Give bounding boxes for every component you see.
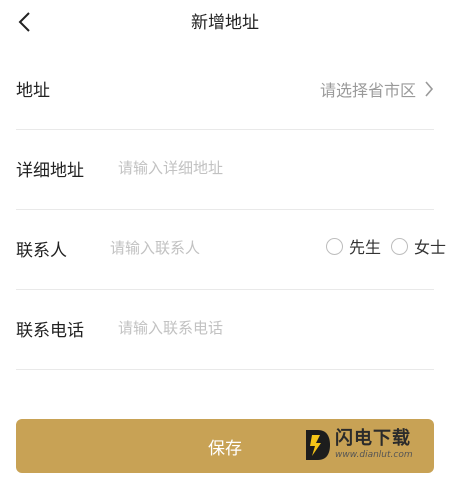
contact-input[interactable]	[110, 235, 290, 261]
detail-address-input[interactable]	[118, 155, 418, 181]
save-button[interactable]: 保存	[16, 419, 434, 473]
radio-unchecked-icon	[325, 237, 343, 255]
gender-radio-mr[interactable]: 先生	[325, 234, 381, 258]
page-title: 新增地址	[191, 13, 259, 33]
contact-row: 联系人 先生 女士	[16, 210, 446, 290]
detail-address-label: 详细地址	[16, 161, 84, 181]
region-placeholder: 请选择省市区	[319, 81, 416, 100]
detail-address-row: 详细地址	[16, 130, 434, 210]
gender-selector: 先生 女士	[316, 234, 446, 258]
gender-label-mr: 先生	[348, 238, 381, 257]
chevron-right-icon	[425, 81, 434, 97]
gender-label-ms: 女士	[413, 238, 446, 257]
address-label: 地址	[16, 81, 50, 101]
region-picker[interactable]: 请选择省市区	[320, 72, 434, 106]
phone-label: 联系电话	[16, 321, 84, 341]
gender-radio-ms[interactable]: 女士	[390, 234, 446, 258]
header: 新增地址	[0, 0, 450, 44]
contact-label: 联系人	[16, 241, 67, 261]
phone-row: 联系电话	[16, 290, 434, 370]
phone-input[interactable]	[118, 315, 418, 341]
radio-unchecked-icon	[390, 237, 408, 255]
address-row: 地址 请选择省市区	[16, 50, 434, 130]
